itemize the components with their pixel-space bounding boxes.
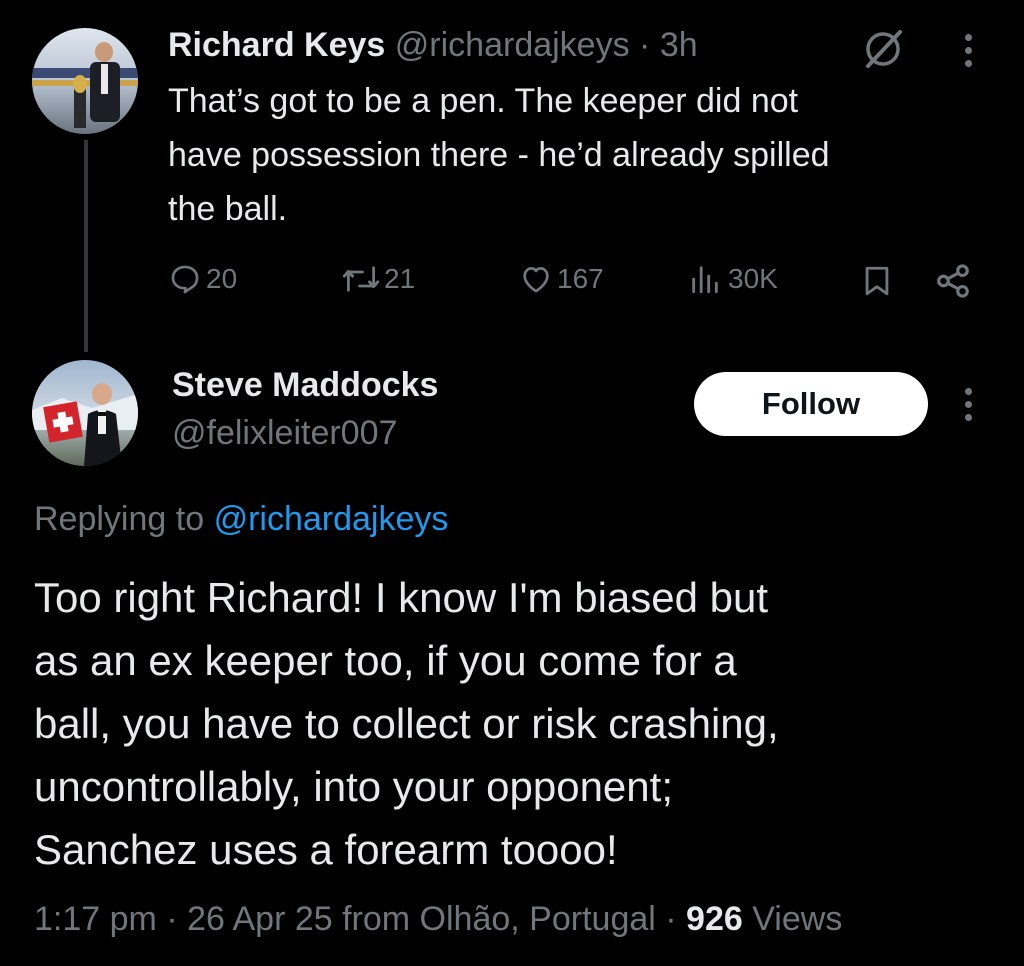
- reply-count: 20: [206, 263, 238, 294]
- tweet-timestamp[interactable]: 1:17 pm: [34, 900, 157, 938]
- tweet-text-line: ball, you have to collect or risk crashi…: [34, 700, 779, 747]
- tweet-text-line: uncontrollably, into your opponent;: [34, 763, 673, 810]
- avatar-richard-keys[interactable]: [32, 28, 138, 134]
- avatar-image: [32, 42, 138, 128]
- like-icon: [523, 267, 549, 293]
- more-options-icon[interactable]: [965, 388, 973, 427]
- bookmark-icon: [865, 266, 889, 296]
- reply-author-name[interactable]: Steve Maddocks: [172, 366, 438, 405]
- tweet-text-line: Too right Richard! I know I'm biased but: [34, 574, 769, 621]
- like-button[interactable]: 167: [518, 262, 604, 296]
- like-count: 167: [557, 263, 604, 294]
- tweet-text-line: have possession there - he’d already spi…: [168, 136, 830, 174]
- more-options-icon[interactable]: [965, 34, 973, 73]
- parent-tweet-header: Richard Keys @richardajkeys · 3h: [168, 26, 698, 65]
- thread-connector-line: [84, 140, 88, 352]
- replying-to-label: Replying to: [34, 500, 205, 538]
- grok-icon[interactable]: [860, 26, 906, 77]
- bookmark-button[interactable]: [860, 263, 894, 299]
- views-count: 30K: [728, 263, 778, 294]
- separator-dot: ·: [166, 900, 178, 938]
- replying-to: Replying to @richardajkeys: [34, 500, 448, 539]
- views-label: Views: [752, 900, 843, 938]
- tweet-time[interactable]: 3h: [660, 26, 698, 64]
- reply-button[interactable]: 20: [168, 262, 237, 296]
- views-icon: [692, 266, 718, 294]
- tweet-date[interactable]: 26 Apr 25: [187, 900, 333, 938]
- avatar-steve-maddocks[interactable]: [32, 360, 138, 466]
- tweet-text-line: Sanchez uses a forearm toooo!: [34, 826, 618, 873]
- tweet-location: from Olhão, Portugal: [342, 900, 656, 938]
- tweet-text-line: the ball.: [168, 190, 288, 228]
- separator-dot: ·: [665, 900, 677, 938]
- reply-tweet-text: Too right Richard! I know I'm biased but…: [34, 566, 994, 881]
- repost-button[interactable]: 21: [340, 262, 415, 296]
- views-count: 926: [686, 900, 743, 938]
- follow-button[interactable]: Follow: [694, 372, 928, 436]
- parent-tweet-text: That’s got to be a pen. The keeper did n…: [168, 74, 830, 236]
- views-button[interactable]: 30K: [688, 262, 778, 296]
- separator-dot: ·: [639, 26, 651, 64]
- tweet-text-line: as an ex keeper too, if you come for a: [34, 637, 737, 684]
- author-handle[interactable]: @felixleiter007: [172, 414, 397, 453]
- author-handle[interactable]: @richardajkeys: [395, 26, 630, 64]
- repost-icon: [342, 266, 380, 292]
- replying-to-handle-link[interactable]: @richardajkeys: [214, 500, 449, 538]
- author-name[interactable]: Richard Keys: [168, 26, 385, 64]
- author-name[interactable]: Steve Maddocks: [172, 366, 438, 404]
- tweet-footer: 1:17 pm · 26 Apr 25 from Olhão, Portugal…: [34, 900, 842, 939]
- repost-count: 21: [384, 263, 416, 294]
- reply-icon: [171, 265, 199, 294]
- avatar-image: [32, 383, 138, 466]
- tweet-text-line: That’s got to be a pen. The keeper did n…: [168, 82, 799, 120]
- share-button[interactable]: [934, 262, 972, 300]
- share-icon: [937, 264, 969, 298]
